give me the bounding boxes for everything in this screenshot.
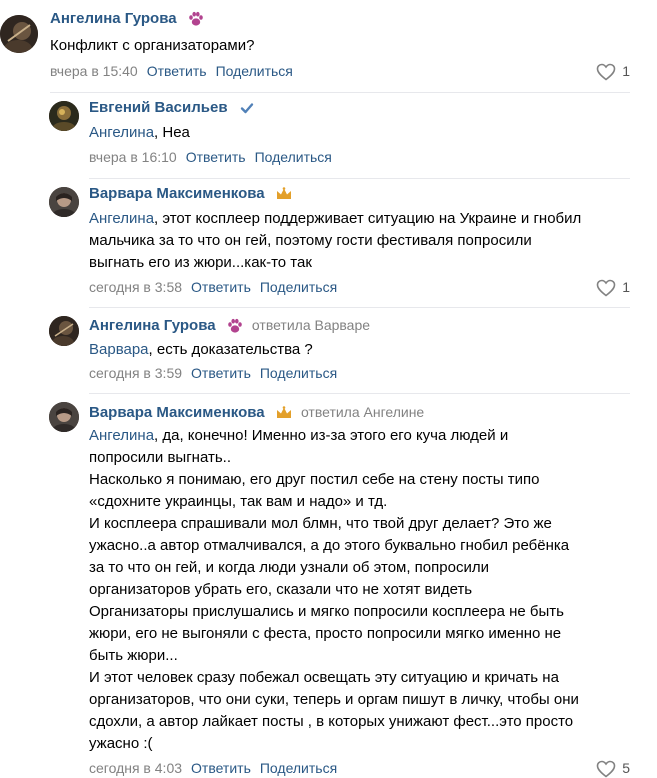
comment-text: Конфликт с организаторами? [50,37,255,54]
reply-button[interactable]: Ответить [191,279,251,295]
heart-icon [596,760,616,778]
avatar[interactable] [49,187,79,217]
like-count: 1 [622,63,630,79]
share-button[interactable]: Поделиться [255,149,332,165]
comment-time[interactable]: вчера в 15:40 [50,63,138,79]
comment-time[interactable]: сегодня в 3:59 [89,365,182,381]
divider [89,393,630,394]
reply-button[interactable]: Ответить [186,149,246,165]
share-button[interactable]: Поделиться [260,365,337,381]
like-button[interactable]: 1 [596,61,630,81]
mention-link[interactable]: Ангелина [89,210,154,227]
mention-link[interactable]: Ангелина [89,427,154,444]
crown-badge-icon [276,187,291,200]
like-count: 5 [622,760,630,776]
reply-button[interactable]: Ответить [147,63,207,79]
mention-link[interactable]: Варвара [89,341,149,358]
share-button[interactable]: Поделиться [216,63,293,79]
like-count: 1 [622,279,630,295]
avatar[interactable] [49,402,79,432]
heart-icon [596,279,616,297]
share-button[interactable]: Поделиться [260,279,337,295]
replied-to[interactable]: ответила Варваре [252,317,370,333]
comment-time[interactable]: сегодня в 4:03 [89,760,182,776]
heart-icon [596,63,616,81]
comment-text: Ангелина, да, конечно! Именно из-за этог… [89,427,579,752]
avatar[interactable] [0,15,38,53]
avatar[interactable] [49,316,79,346]
author-name[interactable]: Ангелина Гурова [89,317,216,334]
paw-badge-icon [188,11,203,26]
author-name[interactable]: Варвара Максименкова [89,404,265,421]
divider [89,178,630,179]
comment-text: Ангелина, Неа [89,124,190,141]
avatar[interactable] [49,101,79,131]
comment-text: Ангелина, этот косплеер поддерживает сит… [89,210,582,271]
reply-button[interactable]: Ответить [191,365,251,381]
paw-badge-icon [227,318,242,333]
divider [89,307,630,308]
comment-time[interactable]: сегодня в 3:58 [89,279,182,295]
share-button[interactable]: Поделиться [260,760,337,776]
like-button[interactable]: 5 [596,758,630,778]
author-name[interactable]: Евгений Васильев [89,99,228,116]
replied-to[interactable]: ответила Ангелине [301,404,424,420]
reply-button[interactable]: Ответить [191,760,251,776]
comment-text: Варвара, есть доказательства ? [89,341,313,358]
mention-link[interactable]: Ангелина [89,124,154,141]
author-name[interactable]: Ангелина Гурова [50,10,177,27]
verified-icon [240,103,253,114]
divider [50,92,630,93]
crown-badge-icon [276,406,291,419]
like-button[interactable]: 1 [596,277,630,297]
author-name[interactable]: Варвара Максименкова [89,185,265,202]
comment-time[interactable]: вчера в 16:10 [89,149,177,165]
